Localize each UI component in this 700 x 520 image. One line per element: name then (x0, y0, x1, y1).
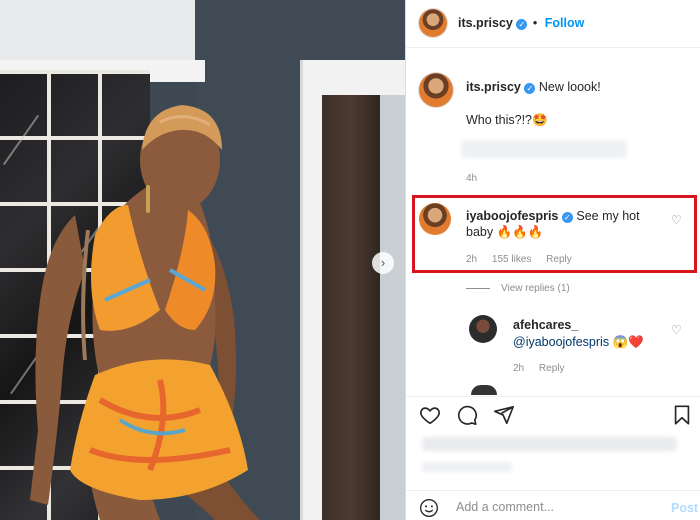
verified-icon: ✓ (524, 83, 536, 94)
reply-emojis: 😱❤️ (609, 335, 644, 349)
caption-line-2: Who this?!?🤩 (466, 113, 548, 127)
author-avatar[interactable] (419, 9, 447, 37)
blurred-hashtags (461, 140, 627, 158)
caption-username[interactable]: its.priscy (466, 80, 521, 94)
reply-avatar[interactable] (469, 315, 497, 343)
caption-text: New loook! (538, 80, 601, 94)
reply-button[interactable]: Reply (546, 254, 572, 265)
view-replies-label: View replies (1) (501, 283, 570, 294)
comment-meta: 2h 155 likes Reply (466, 254, 584, 265)
comment-input[interactable] (456, 498, 656, 516)
heart-icon[interactable] (419, 404, 441, 426)
post-header: its.priscy ✓ • Follow (406, 0, 700, 48)
dot-separator: • (532, 16, 538, 30)
replies-divider (466, 288, 490, 289)
reply-button[interactable]: Reply (539, 363, 565, 374)
caption-avatar[interactable] (419, 73, 453, 107)
action-bar (406, 396, 700, 432)
heart-icon[interactable]: ♡ (671, 213, 682, 227)
comment-text: iyaboojofespris ✓ See my hot baby 🔥🔥🔥 (466, 208, 666, 240)
reply-username-text[interactable]: afehcares_ (513, 318, 578, 332)
comment-username[interactable]: iyaboojofespris (466, 209, 558, 223)
post-photo[interactable]: › (0, 0, 405, 520)
caption: its.priscy ✓ New loook! (466, 80, 601, 94)
reply-meta: 2h Reply (513, 363, 576, 374)
bookmark-icon[interactable] (671, 404, 693, 426)
share-icon[interactable] (493, 404, 515, 426)
next-comment-avatar (471, 385, 497, 395)
reply-time: 2h (513, 363, 525, 374)
follow-button[interactable]: Follow (545, 16, 585, 30)
heart-icon[interactable]: ♡ (671, 323, 682, 337)
verified-icon: ✓ (516, 19, 528, 30)
author-line: its.priscy ✓ • Follow (458, 16, 584, 30)
comment-time: 2h (466, 254, 478, 265)
blurred-date (422, 462, 512, 472)
reply-username: afehcares_ (513, 318, 578, 332)
reply-text: @iyaboojofespris 😱❤️ (513, 335, 644, 350)
view-replies-button[interactable]: View replies (1) (466, 283, 570, 294)
next-arrow-icon[interactable]: › (372, 252, 394, 274)
reply-mention[interactable]: @iyaboojofespris (513, 335, 609, 349)
comment-bar: Post (406, 490, 700, 520)
comment-likes[interactable]: 155 likes (492, 254, 531, 265)
woman-figure (30, 105, 260, 520)
post-sidebar: its.priscy ✓ • Follow its.priscy ✓ New l… (405, 0, 700, 520)
caption-timestamp: 4h (466, 173, 478, 184)
post-button[interactable]: Post (671, 501, 698, 515)
author-username[interactable]: its.priscy (458, 16, 513, 30)
comment-icon[interactable] (456, 404, 478, 426)
commenter-avatar[interactable] (419, 203, 451, 235)
verified-icon: ✓ (561, 212, 573, 223)
blurred-likes (422, 437, 677, 451)
emoji-icon[interactable] (419, 498, 439, 518)
